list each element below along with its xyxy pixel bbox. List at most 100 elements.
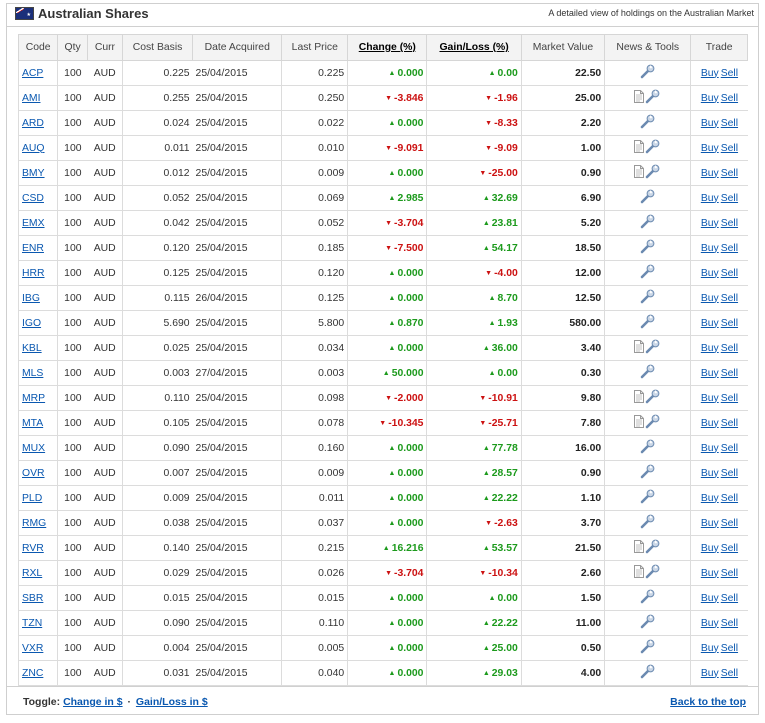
stock-code-link[interactable]: MUX — [22, 443, 45, 454]
tools-wrench-icon[interactable] — [639, 463, 656, 483]
stock-code-link[interactable]: MRP — [22, 393, 45, 404]
stock-code-link[interactable]: ENR — [22, 243, 44, 254]
stock-code-link[interactable]: KBL — [22, 343, 42, 354]
tools-wrench-icon[interactable] — [644, 88, 661, 108]
stock-code-link[interactable]: RXL — [22, 568, 42, 579]
buy-link[interactable]: Buy — [701, 193, 719, 204]
sell-link[interactable]: Sell — [721, 268, 738, 279]
buy-link[interactable]: Buy — [701, 368, 719, 379]
sell-link[interactable]: Sell — [721, 543, 738, 554]
buy-link[interactable]: Buy — [701, 218, 719, 229]
buy-link[interactable]: Buy — [701, 318, 719, 329]
tools-wrench-icon[interactable] — [639, 213, 656, 233]
buy-link[interactable]: Buy — [701, 93, 719, 104]
sell-link[interactable]: Sell — [721, 393, 738, 404]
stock-code-link[interactable]: ARD — [22, 118, 44, 129]
col-header-gain-loss-pct[interactable]: Gain/Loss (%) — [426, 34, 522, 61]
tools-wrench-icon[interactable] — [639, 363, 656, 383]
buy-link[interactable]: Buy — [701, 593, 719, 604]
tools-wrench-icon[interactable] — [639, 238, 656, 258]
sell-link[interactable]: Sell — [721, 568, 738, 579]
tools-wrench-icon[interactable] — [644, 538, 661, 558]
tools-wrench-icon[interactable] — [639, 513, 656, 533]
tools-wrench-icon[interactable] — [639, 588, 656, 608]
buy-link[interactable]: Buy — [701, 343, 719, 354]
stock-code-link[interactable]: OVR — [22, 468, 45, 479]
stock-code-link[interactable]: IGO — [22, 318, 41, 329]
tools-wrench-icon[interactable] — [644, 138, 661, 158]
back-to-top-link[interactable]: Back to the top — [670, 696, 746, 708]
sell-link[interactable]: Sell — [721, 643, 738, 654]
tools-wrench-icon[interactable] — [639, 63, 656, 83]
news-document-icon[interactable] — [634, 165, 645, 181]
stock-code-link[interactable]: AMI — [22, 93, 40, 104]
tools-wrench-icon[interactable] — [644, 338, 661, 358]
tools-wrench-icon[interactable] — [639, 313, 656, 333]
news-document-icon[interactable] — [634, 415, 645, 431]
news-document-icon[interactable] — [634, 140, 645, 156]
toggle-change-dollar-link[interactable]: Change in $ — [63, 696, 123, 708]
sell-link[interactable]: Sell — [721, 343, 738, 354]
stock-code-link[interactable]: CSD — [22, 193, 44, 204]
buy-link[interactable]: Buy — [701, 618, 719, 629]
buy-link[interactable]: Buy — [701, 268, 719, 279]
stock-code-link[interactable]: RVR — [22, 543, 44, 554]
news-document-icon[interactable] — [634, 565, 645, 581]
sell-link[interactable]: Sell — [721, 293, 738, 304]
toggle-gain-loss-dollar-link[interactable]: Gain/Loss in $ — [136, 696, 208, 708]
tools-wrench-icon[interactable] — [639, 113, 656, 133]
sell-link[interactable]: Sell — [721, 443, 738, 454]
sell-link[interactable]: Sell — [721, 318, 738, 329]
tools-wrench-icon[interactable] — [639, 263, 656, 283]
buy-link[interactable]: Buy — [701, 643, 719, 654]
tools-wrench-icon[interactable] — [644, 388, 661, 408]
buy-link[interactable]: Buy — [701, 393, 719, 404]
stock-code-link[interactable]: HRR — [22, 268, 45, 279]
news-document-icon[interactable] — [634, 540, 645, 556]
sell-link[interactable]: Sell — [721, 468, 738, 479]
sell-link[interactable]: Sell — [721, 368, 738, 379]
sell-link[interactable]: Sell — [721, 168, 738, 179]
sell-link[interactable]: Sell — [721, 218, 738, 229]
tools-wrench-icon[interactable] — [639, 438, 656, 458]
stock-code-link[interactable]: AUQ — [22, 143, 45, 154]
sell-link[interactable]: Sell — [721, 418, 738, 429]
tools-wrench-icon[interactable] — [639, 288, 656, 308]
buy-link[interactable]: Buy — [701, 418, 719, 429]
sell-link[interactable]: Sell — [721, 93, 738, 104]
stock-code-link[interactable]: MLS — [22, 368, 43, 379]
tools-wrench-icon[interactable] — [639, 188, 656, 208]
sell-link[interactable]: Sell — [721, 193, 738, 204]
tools-wrench-icon[interactable] — [644, 163, 661, 183]
stock-code-link[interactable]: PLD — [22, 493, 42, 504]
sell-link[interactable]: Sell — [721, 243, 738, 254]
tools-wrench-icon[interactable] — [644, 413, 661, 433]
sell-link[interactable]: Sell — [721, 118, 738, 129]
sell-link[interactable]: Sell — [721, 618, 738, 629]
stock-code-link[interactable]: VXR — [22, 643, 43, 654]
tools-wrench-icon[interactable] — [644, 563, 661, 583]
buy-link[interactable]: Buy — [701, 518, 719, 529]
col-header-change-pct[interactable]: Change (%) — [347, 34, 428, 61]
sell-link[interactable]: Sell — [721, 593, 738, 604]
buy-link[interactable]: Buy — [701, 243, 719, 254]
buy-link[interactable]: Buy — [701, 443, 719, 454]
tools-wrench-icon[interactable] — [639, 488, 656, 508]
buy-link[interactable]: Buy — [701, 168, 719, 179]
buy-link[interactable]: Buy — [701, 118, 719, 129]
stock-code-link[interactable]: BMY — [22, 168, 45, 179]
tools-wrench-icon[interactable] — [639, 638, 656, 658]
buy-link[interactable]: Buy — [701, 668, 719, 679]
stock-code-link[interactable]: SBR — [22, 593, 43, 604]
stock-code-link[interactable]: EMX — [22, 218, 45, 229]
buy-link[interactable]: Buy — [701, 143, 719, 154]
sell-link[interactable]: Sell — [721, 518, 738, 529]
buy-link[interactable]: Buy — [701, 493, 719, 504]
buy-link[interactable]: Buy — [701, 468, 719, 479]
tools-wrench-icon[interactable] — [639, 663, 656, 683]
buy-link[interactable]: Buy — [701, 293, 719, 304]
stock-code-link[interactable]: MTA — [22, 418, 43, 429]
stock-code-link[interactable]: ACP — [22, 68, 43, 79]
buy-link[interactable]: Buy — [701, 68, 719, 79]
sell-link[interactable]: Sell — [721, 68, 738, 79]
